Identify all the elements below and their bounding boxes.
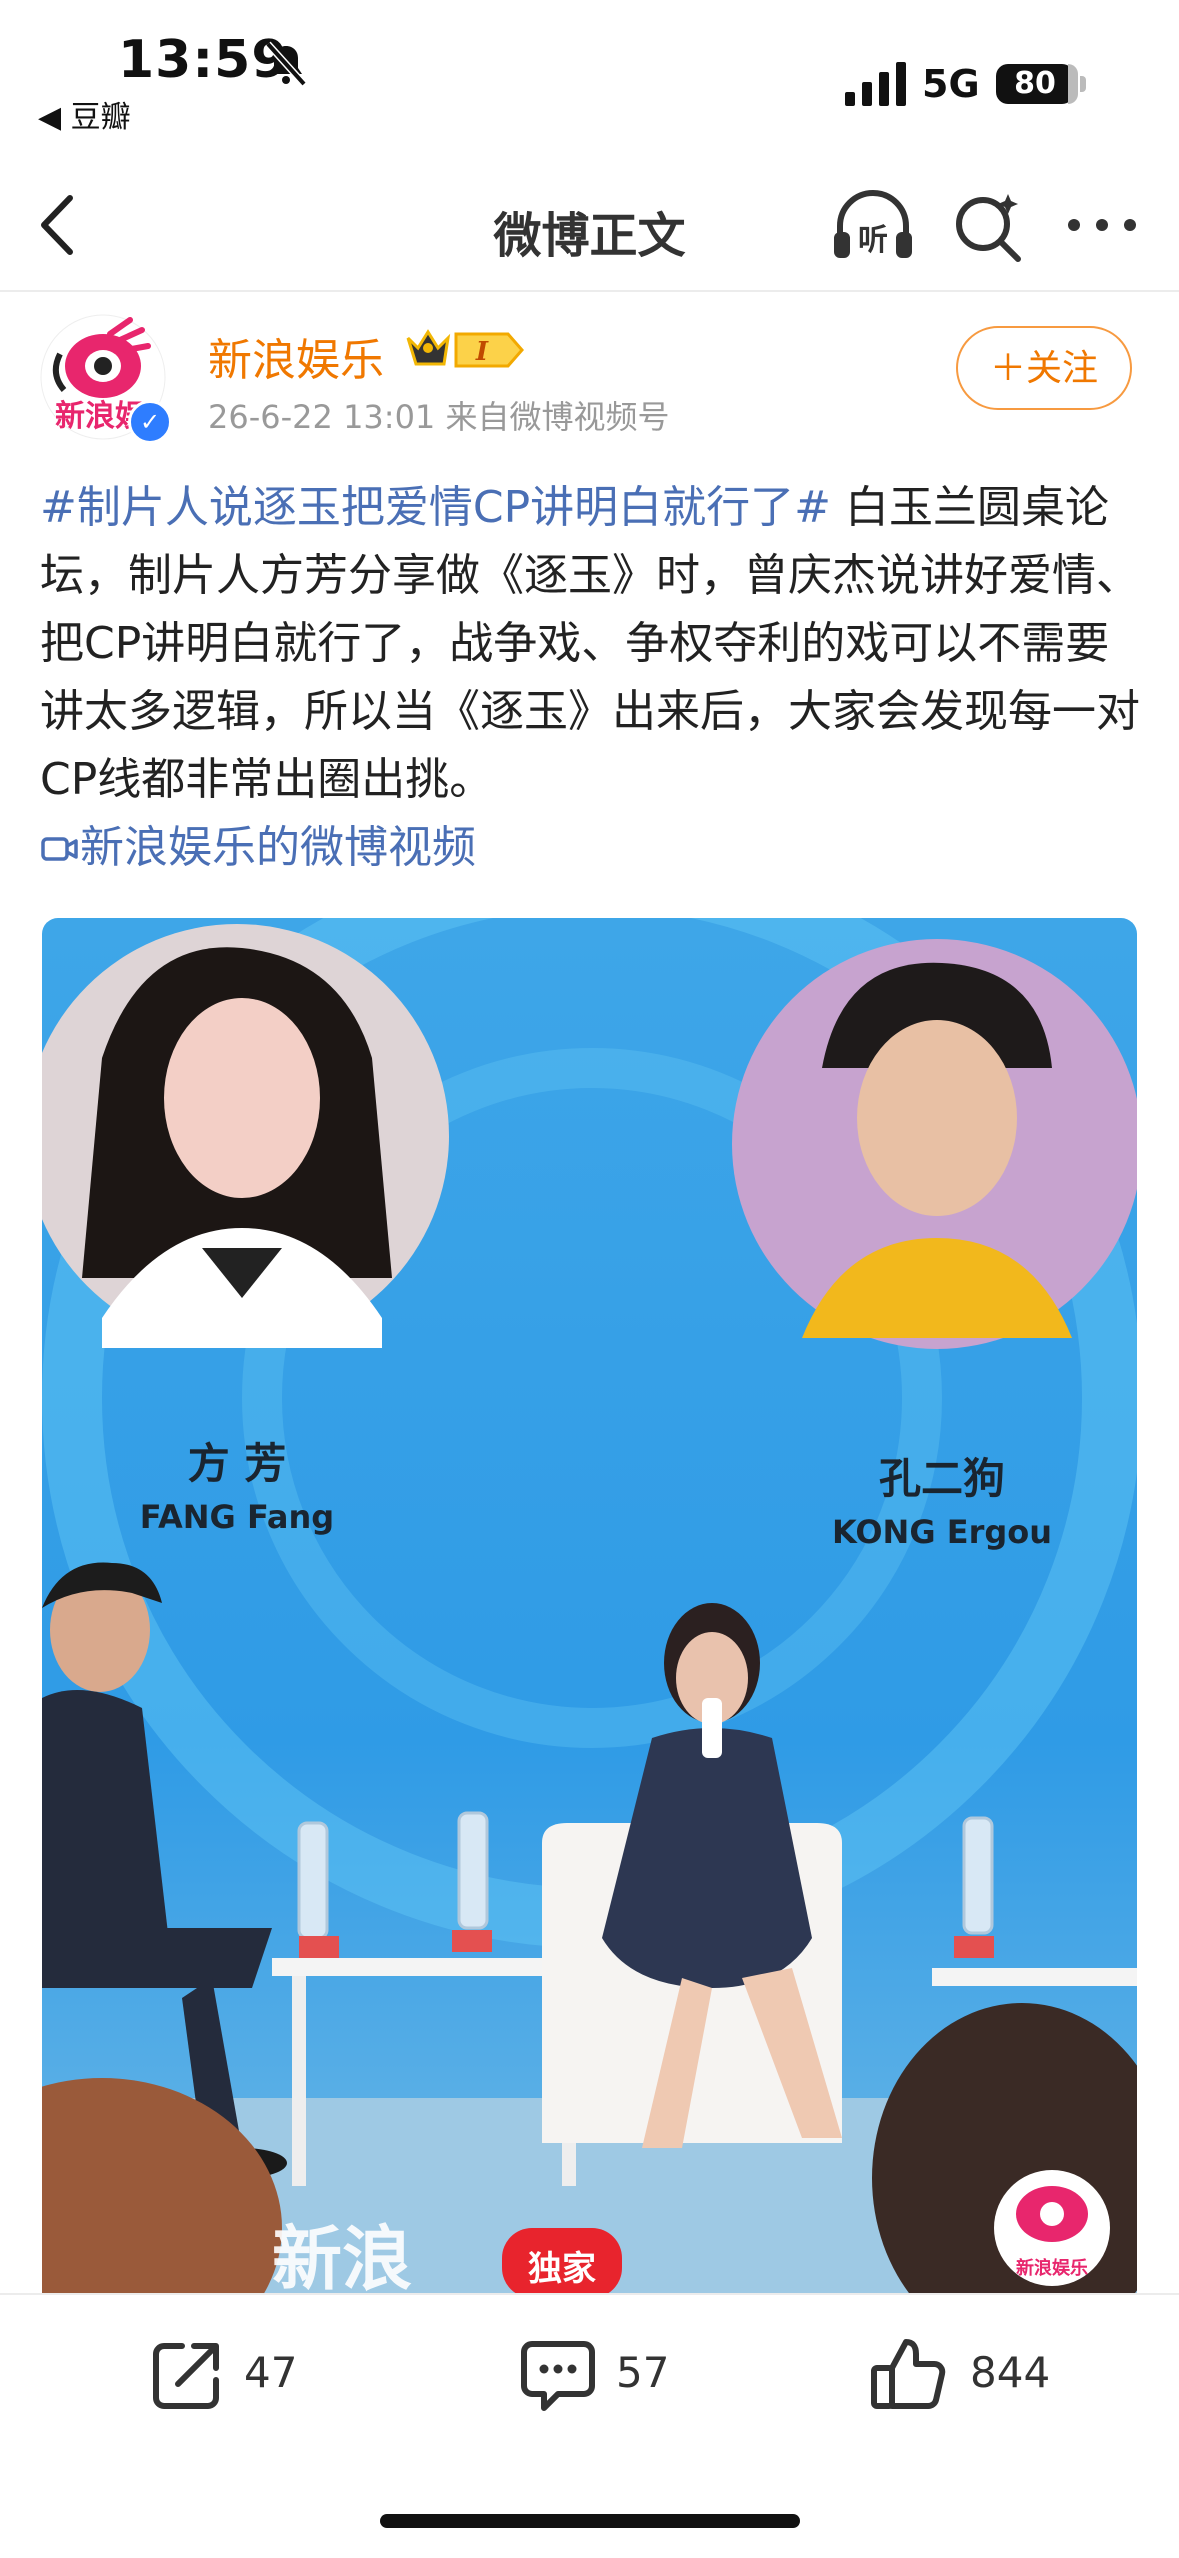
watermark-badge: 独家 — [528, 2249, 596, 2289]
status-bar: 13:59 ◀ 豆瓣 5G 80 — [0, 0, 1179, 150]
comment-count: 57 — [616, 2348, 670, 2397]
speaker-portrait-right — [732, 939, 1137, 1349]
comment-button[interactable]: 57 — [518, 2334, 688, 2414]
follow-button[interactable]: ＋关注 — [956, 326, 1132, 410]
left-name-en: FANG Fang — [140, 1498, 334, 1536]
video-camera-icon — [41, 837, 78, 861]
search-icon[interactable] — [950, 188, 1026, 264]
more-options-icon[interactable] — [1064, 210, 1140, 240]
cellular-signal-icon — [845, 62, 906, 106]
battery-nub — [1080, 76, 1086, 92]
vip-badge-icon: I — [406, 329, 524, 368]
share-count: 47 — [244, 2348, 298, 2397]
watermark-logo: 新浪 — [272, 2218, 412, 2293]
left-name-cn: 方 芳 — [188, 1439, 287, 1488]
bell-muted-icon — [265, 41, 307, 87]
listen-label: 听 — [858, 223, 888, 258]
speaker-portrait-left — [42, 924, 449, 1348]
author-name[interactable]: 新浪娱乐 — [208, 324, 384, 388]
video-player[interactable]: 方 芳 FANG Fang 孔二狗 KONG Ergou 新浪 独家 新浪娱乐 — [42, 918, 1137, 2293]
video-source-link[interactable]: 新浪娱乐的微博视频 — [40, 814, 476, 882]
post-body: #制片人说逐玉把爱情CP讲明白就行了# 白玉兰圆桌论坛，制片人方芳分享做《逐玉》… — [40, 474, 1140, 814]
nav-bar: 微博正文 听 — [0, 150, 1179, 292]
back-to-app-link[interactable]: ◀ 豆瓣 — [38, 92, 131, 136]
video-source-label: 新浪娱乐的微博视频 — [80, 822, 476, 873]
listen-icon[interactable]: 听 — [830, 188, 916, 264]
network-type: 5G — [922, 62, 980, 106]
like-button[interactable]: 844 — [868, 2334, 1068, 2414]
home-indicator[interactable] — [380, 2514, 800, 2528]
battery-level: 80 — [996, 64, 1074, 104]
right-name-cn: 孔二狗 — [879, 1454, 1005, 1503]
vip-level: I — [475, 337, 489, 367]
share-button[interactable]: 47 — [148, 2334, 308, 2414]
post-meta: 26-6-22 13:01 来自微博视频号 — [208, 398, 670, 436]
corner-logo-text: 新浪娱乐 — [1016, 2257, 1088, 2279]
hashtag-link[interactable]: #制片人说逐玉把爱情CP讲明白就行了# — [40, 482, 831, 533]
comment-icon — [521, 2341, 595, 2411]
right-name-en: KONG Ergou — [832, 1513, 1052, 1551]
like-count: 844 — [970, 2348, 1051, 2397]
battery-empty-part — [1068, 64, 1078, 104]
share-icon — [153, 2343, 219, 2409]
thumbs-up-icon — [871, 2339, 946, 2409]
verified-badge-icon: ✓ — [128, 400, 172, 444]
